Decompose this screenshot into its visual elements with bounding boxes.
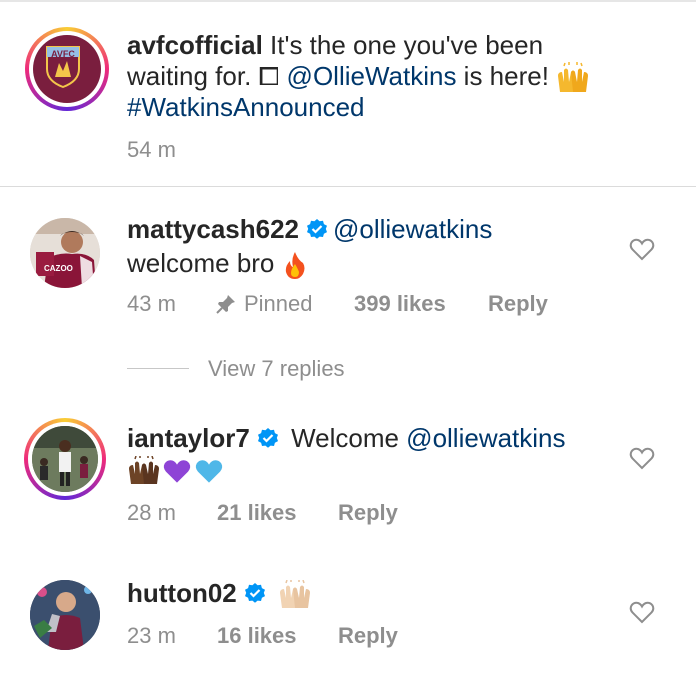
comment-1-pinned-label: Pinned bbox=[244, 291, 313, 316]
comment-2-username[interactable]: iantaylor7 bbox=[127, 423, 250, 453]
comment-2-emoji-row bbox=[127, 456, 225, 488]
caption-divider bbox=[0, 186, 696, 187]
mattycash-avatar[interactable]: CAZOO bbox=[30, 218, 100, 288]
post-caption: AVFC avfcofficial It's the one you've be… bbox=[0, 0, 696, 186]
hutton-avatar[interactable] bbox=[30, 580, 100, 650]
crowd-photo-icon bbox=[32, 426, 98, 492]
verified-badge-icon bbox=[307, 219, 327, 239]
comment-1-line-2: welcome bro bbox=[127, 248, 308, 280]
club-crest-icon bbox=[46, 46, 80, 89]
player-photo-icon bbox=[30, 218, 100, 288]
player-trophy-photo-icon bbox=[30, 580, 100, 650]
pin-icon bbox=[216, 295, 235, 314]
caption-line-1: avfcofficial It's the one you've been bbox=[127, 30, 543, 61]
comment-1-reply-button[interactable]: Reply bbox=[488, 291, 548, 317]
caption-text-3: is here! bbox=[456, 61, 557, 91]
verified-badge-icon bbox=[244, 583, 265, 603]
purple-heart-icon bbox=[163, 460, 191, 483]
comment-3-like-heart-icon[interactable] bbox=[629, 600, 655, 624]
avfc-avatar[interactable]: AVFC bbox=[25, 27, 109, 111]
caption-line-3: #WatkinsAnnounced bbox=[127, 92, 365, 123]
caption-username[interactable]: avfcofficial bbox=[127, 30, 263, 60]
comment-3-username[interactable]: hutton02 bbox=[127, 578, 237, 608]
comment-2-reply-button[interactable]: Reply bbox=[338, 500, 398, 526]
comment-3-line-1: hutton02 bbox=[127, 578, 312, 610]
comment-3-time: 23 m bbox=[127, 623, 176, 648]
comment-2-like-heart-icon[interactable] bbox=[629, 446, 655, 470]
comment-2-line-1: iantaylor7 Welcome @olliewatkins bbox=[127, 423, 566, 454]
comment-3-reply-button[interactable]: Reply bbox=[338, 623, 398, 649]
comment-1-text: welcome bro bbox=[127, 248, 275, 278]
comment-1-like-heart-icon[interactable] bbox=[629, 237, 655, 261]
view-replies-button[interactable]: View 7 replies bbox=[208, 356, 345, 382]
iantaylor-avatar[interactable] bbox=[24, 418, 106, 500]
caption-hashtag[interactable]: #WatkinsAnnounced bbox=[127, 92, 365, 122]
comment-1-username[interactable]: mattycash622 bbox=[127, 214, 299, 244]
caption-text-1: It's the one you've been bbox=[262, 30, 544, 60]
raising-hands-dark-icon bbox=[129, 456, 159, 484]
comment-2-time: 28 m bbox=[127, 500, 176, 525]
caption-text-2: waiting for. ⧠ bbox=[127, 61, 287, 91]
verified-badge-icon bbox=[257, 428, 278, 448]
raising-hands-light-icon bbox=[280, 580, 310, 609]
comment-1-line-1: mattycash622 @olliewatkins bbox=[127, 214, 492, 245]
comment-1-time: 43 m bbox=[127, 291, 176, 316]
fire-icon bbox=[285, 252, 305, 280]
comment-1-mention[interactable]: @olliewatkins bbox=[333, 214, 492, 244]
comment-3-likes[interactable]: 16 likes bbox=[217, 623, 297, 649]
caption-line-2: waiting for. ⧠ @OllieWatkins is here! bbox=[127, 61, 590, 94]
blue-heart-icon bbox=[195, 460, 223, 483]
raising-hands-icon bbox=[558, 62, 589, 93]
comment-2-mention[interactable]: @olliewatkins bbox=[406, 423, 565, 453]
comment-2-likes[interactable]: 21 likes bbox=[217, 500, 297, 526]
view-replies-line bbox=[127, 368, 189, 369]
shirt-sponsor-text: CAZOO bbox=[44, 264, 73, 273]
comment-1-likes[interactable]: 399 likes bbox=[354, 291, 446, 317]
crest-lettering: AVFC bbox=[51, 49, 75, 59]
caption-mention[interactable]: @OllieWatkins bbox=[287, 61, 457, 91]
caption-time: 54 m bbox=[127, 137, 176, 162]
comment-2-text: Welcome bbox=[291, 423, 407, 453]
